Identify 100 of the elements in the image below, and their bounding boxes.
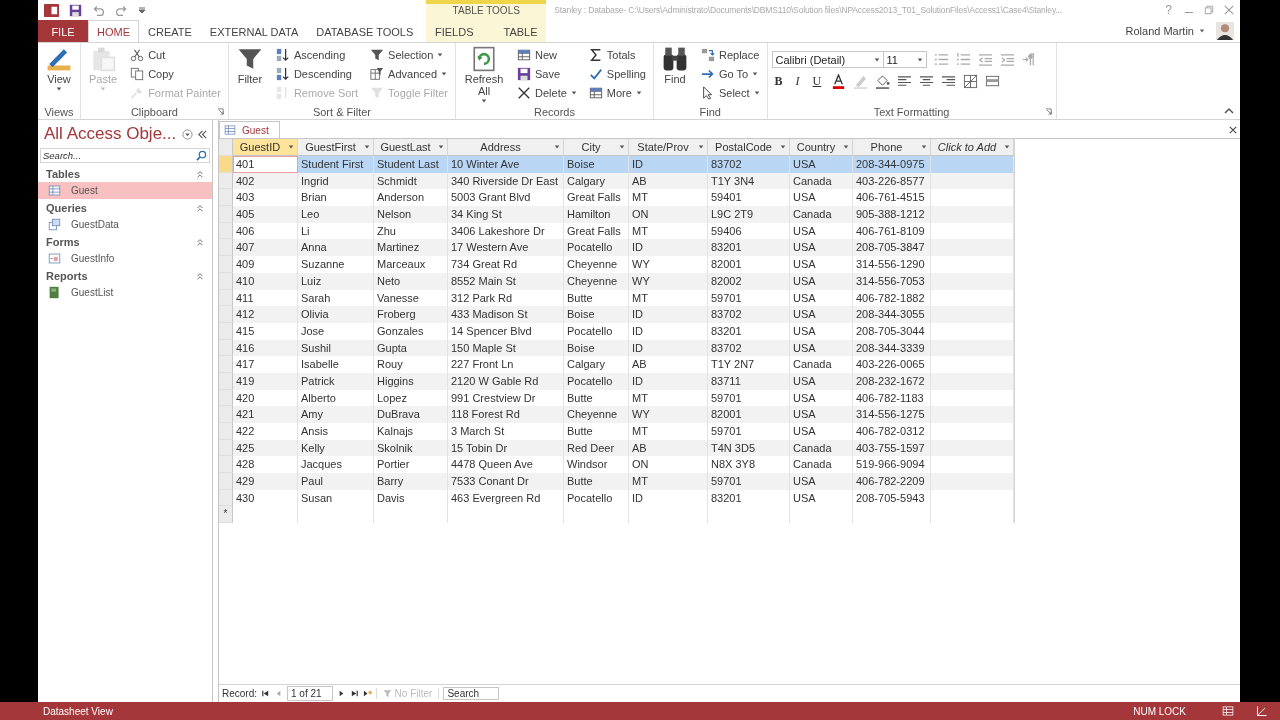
table-row[interactable]: 425 Kelly Skolnik 15 Tobin Dr Red Deer AB T4N 3D5 Canada 403-755-1597: [219, 439, 1014, 457]
row-selector[interactable]: [219, 156, 233, 173]
row-selector[interactable]: [219, 206, 233, 223]
customize-icon[interactable]: [138, 6, 146, 14]
dialog-launcher-icon[interactable]: [216, 108, 224, 115]
row-selector[interactable]: [219, 256, 233, 273]
row-selector[interactable]: [219, 239, 233, 257]
navigation-item[interactable]: GuestData: [38, 216, 212, 233]
ribbon-tab[interactable]: DATABASE TOOLS: [307, 20, 423, 42]
alternate-row-color-icon[interactable]: [985, 74, 1001, 89]
group-header[interactable]: Reports: [38, 267, 212, 284]
new-record-icon[interactable]: [362, 688, 372, 698]
ribbon-button[interactable]: Filter: [232, 45, 267, 86]
font-dropdown[interactable]: Calibri (Detail): [771, 51, 884, 68]
highlight-icon[interactable]: [853, 74, 869, 89]
ribbon-button[interactable]: Spelling: [585, 64, 649, 83]
font-size-dropdown[interactable]: 11: [882, 51, 927, 68]
ribbon-button[interactable]: Totals: [585, 45, 649, 64]
ribbon-button[interactable]: Save: [514, 64, 580, 83]
caret-icon[interactable]: [1199, 28, 1205, 34]
row-selector[interactable]: [219, 356, 233, 373]
table-row[interactable]: 429 Paul Barry 7533 Conant Dr Butte MT 59701 USA 406-782-2209: [219, 473, 1014, 490]
search-field[interactable]: Search...: [40, 148, 210, 163]
ribbon-button[interactable]: Find: [657, 45, 692, 86]
table-row[interactable]: 419 Patrick Higgins 2120 W Gable Rd Pocatello ID 83711 USA 208-232-1672: [219, 372, 1014, 390]
ribbon-button[interactable]: New: [514, 45, 580, 64]
avatar-icon[interactable]: [1216, 22, 1234, 40]
table-row[interactable]: 421 Amy DuBrava 118 Forest Rd Cheyenne WY 82001 USA 314-556-1275: [219, 406, 1014, 423]
ribbon-tab[interactable]: CREATE: [139, 20, 201, 42]
increase-indent-icon[interactable]: [999, 52, 1015, 67]
numbering-icon[interactable]: [955, 52, 971, 67]
align-left-icon[interactable]: [897, 74, 913, 89]
bullets-icon[interactable]: [933, 52, 949, 67]
datasheet-view-icon[interactable]: [1222, 705, 1234, 717]
first-record-icon[interactable]: [261, 688, 270, 698]
group-header[interactable]: Forms: [38, 233, 212, 250]
ribbon-button[interactable]: Select: [697, 83, 763, 102]
fill-color-icon[interactable]: [875, 74, 891, 89]
user-name[interactable]: Roland Martin: [1125, 25, 1194, 37]
select-all-button[interactable]: [219, 139, 233, 156]
undo-icon[interactable]: [92, 3, 105, 17]
row-selector[interactable]: [219, 306, 233, 323]
row-selector[interactable]: [219, 406, 233, 423]
ribbon-button[interactable]: View: [42, 45, 76, 93]
ribbon-tab[interactable]: FILE: [38, 20, 88, 42]
dropdown-icon[interactable]: [182, 128, 193, 140]
last-record-icon[interactable]: [349, 688, 359, 698]
ribbon-button[interactable]: Descending: [272, 64, 362, 83]
align-right-icon[interactable]: [941, 74, 957, 89]
ribbon-button[interactable]: Advanced: [367, 64, 451, 83]
table-row[interactable]: 410 Luiz Neto 8552 Main St Cheyenne WY 82002 USA 314-556-7053: [219, 272, 1014, 290]
ribbon-button[interactable]: Cut: [127, 45, 224, 64]
collapse-ribbon-icon[interactable]: [1224, 107, 1234, 115]
document-tab[interactable]: Guest: [219, 121, 280, 138]
design-view-icon[interactable]: [1256, 705, 1268, 717]
format-button[interactable]: B: [771, 74, 786, 89]
record-position-field[interactable]: 1 of 21: [287, 685, 333, 701]
ribbon-button[interactable]: Copy: [127, 64, 224, 83]
table-row[interactable]: 412 Olivia Froberg 433 Madison St Boise ID 83702 USA 208-344-3055: [219, 306, 1014, 323]
table-row[interactable]: 409 Suzanne Marceaux 734 Great Rd Cheyenne WY 82001 USA 314-556-1290: [219, 256, 1014, 273]
ribbon-button[interactable]: Go To: [697, 64, 763, 83]
align-center-icon[interactable]: [919, 74, 935, 89]
table-row[interactable]: 422 Ansis Kalnajs 3 March St Butte MT 59701 USA 406-782-0312: [219, 423, 1014, 440]
format-button[interactable]: I: [792, 74, 803, 89]
redo-icon[interactable]: [115, 3, 128, 17]
ribbon-tab[interactable]: EXTERNAL DATA: [200, 20, 308, 42]
row-selector[interactable]: [219, 456, 233, 474]
format-button[interactable]: U: [809, 74, 825, 89]
save-icon[interactable]: [69, 3, 82, 17]
decrease-indent-icon[interactable]: [977, 52, 993, 67]
gridlines-icon[interactable]: [963, 74, 979, 89]
navigation-item[interactable]: GuestInfo: [38, 250, 212, 267]
collapse-pane-icon[interactable]: [197, 128, 208, 140]
group-header[interactable]: Queries: [38, 199, 212, 216]
ribbon-button[interactable]: Refresh All: [460, 45, 508, 105]
close-icon[interactable]: [1229, 126, 1237, 134]
ribbon-button[interactable]: Replace: [697, 45, 763, 64]
search-icon[interactable]: [196, 150, 207, 161]
font-color-icon[interactable]: [831, 74, 847, 89]
table-row[interactable]: 401 Student First Student Last 10 Winter Ave Boise ID 83702 USA 208-344-0975: [219, 156, 1014, 173]
restore-icon[interactable]: [1204, 5, 1214, 15]
table-row[interactable]: 416 Sushil Gupta 150 Maple St Boise ID 83702 USA 208-344-3339: [219, 339, 1014, 357]
dialog-launcher-icon[interactable]: [1044, 108, 1052, 115]
table-row[interactable]: 407 Anna Martinez 17 Western Ave Pocatello ID 83201 USA 208-705-3847: [219, 239, 1014, 257]
navigation-item[interactable]: Guest: [38, 182, 212, 199]
ribbon-button[interactable]: More: [585, 83, 649, 102]
group-header[interactable]: Tables: [38, 165, 212, 182]
ribbon-button[interactable]: Delete: [514, 83, 580, 102]
navigation-pane-title[interactable]: All Access Obje...: [44, 124, 178, 144]
search-field[interactable]: Search: [443, 686, 500, 700]
ribbon-tab[interactable]: TABLE: [488, 20, 553, 42]
table-row[interactable]: 405 Leo Nelson 34 King St Hamilton ON L9C 2T9 Canada 905-388-1212: [219, 206, 1014, 223]
row-selector[interactable]: [219, 473, 233, 490]
table-row[interactable]: 415 Jose Gonzales 14 Spencer Blvd Pocatello ID 83201 USA 208-705-3044: [219, 322, 1014, 340]
row-selector[interactable]: [219, 423, 233, 440]
ribbon-button[interactable]: Ascending: [272, 45, 362, 64]
row-selector[interactable]: [219, 189, 233, 207]
ribbon-tab[interactable]: FIELDS: [420, 20, 489, 42]
new-record-row[interactable]: *: [219, 506, 1014, 524]
table-row[interactable]: 417 Isabelle Rouy 227 Front Ln Calgary AB T1Y 2N7 Canada 403-226-0065: [219, 356, 1014, 373]
